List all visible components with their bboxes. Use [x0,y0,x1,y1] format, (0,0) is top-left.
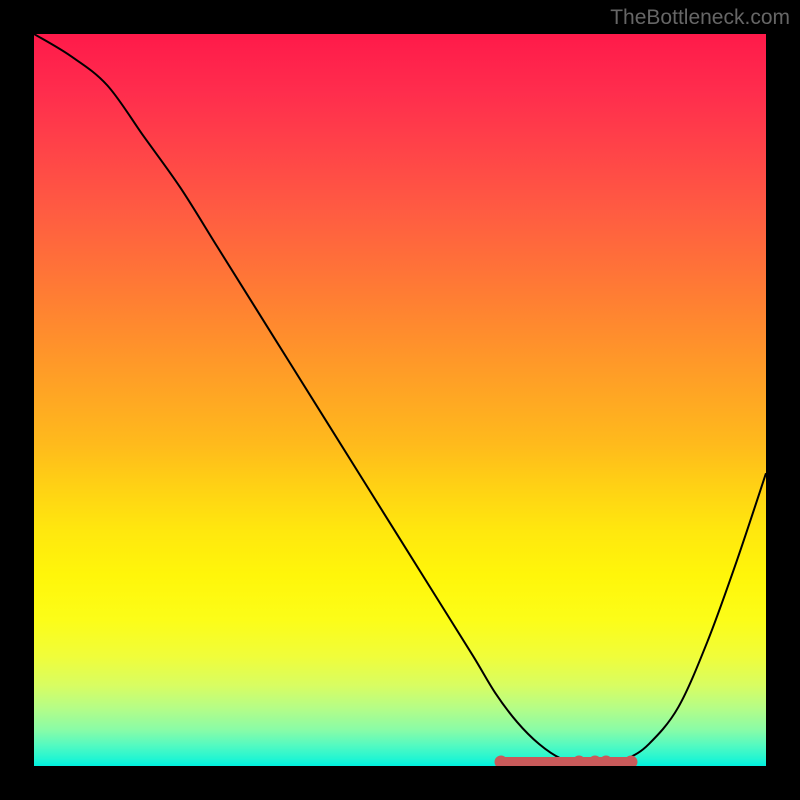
minimum-marker-dot [572,755,585,766]
watermark-text: TheBottleneck.com [610,6,790,30]
minimum-marker-dot [600,755,613,766]
minimum-marker-dot [494,755,507,766]
bottleneck-curve [34,34,766,765]
minimum-marker-dot [625,755,638,766]
curve-svg [34,34,766,766]
chart-plot-area [34,34,766,766]
minimum-marker-band [495,755,634,766]
